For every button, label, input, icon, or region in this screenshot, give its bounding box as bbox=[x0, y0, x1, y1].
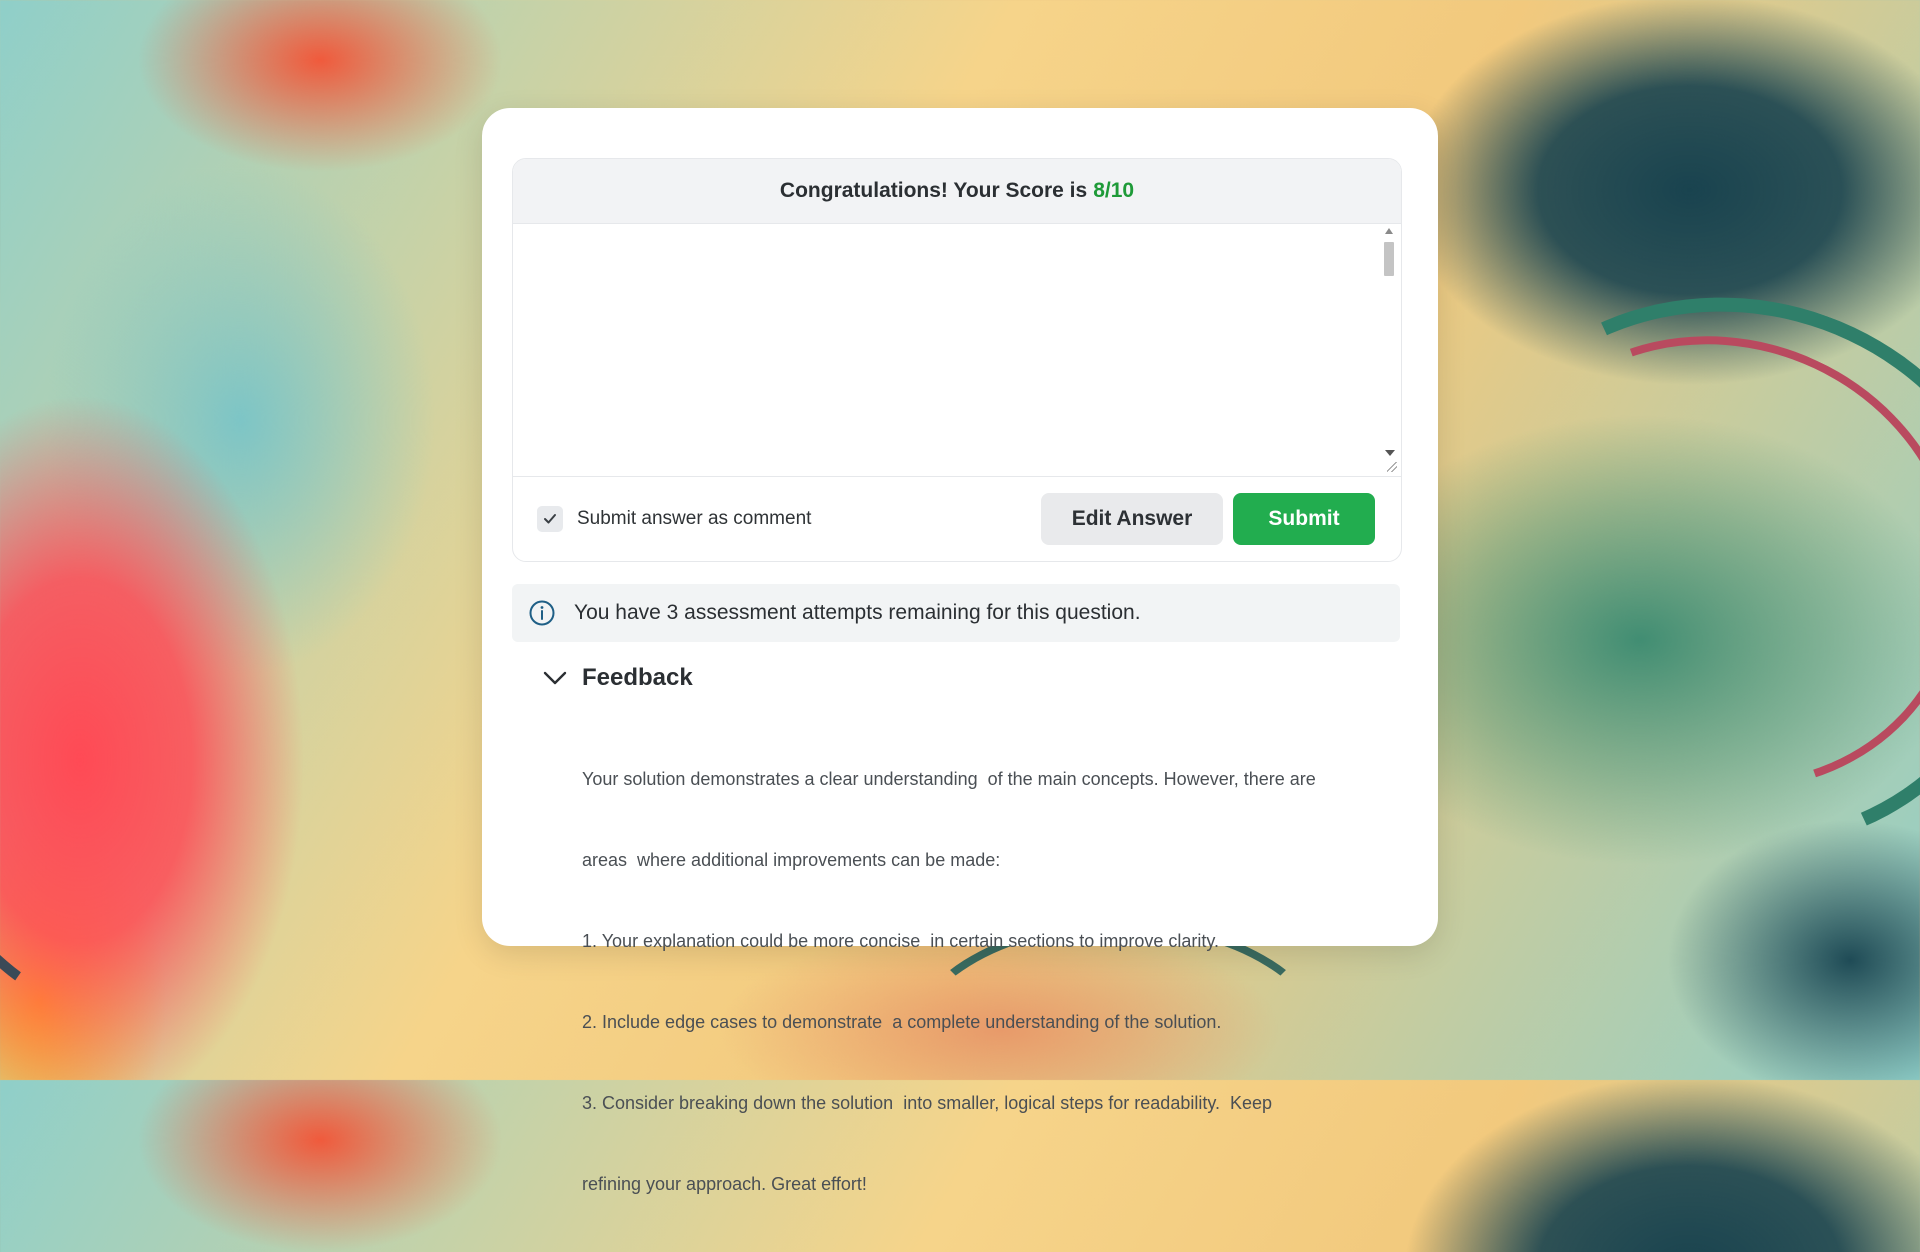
score-label: Congratulations! Your Score is bbox=[779, 179, 1088, 202]
textarea-scrollbar[interactable] bbox=[1381, 228, 1397, 456]
score-value: 8/10 bbox=[1093, 179, 1135, 202]
submit-as-comment-label[interactable]: Submit answer as comment bbox=[577, 508, 811, 530]
background-swirl bbox=[1408, 258, 1920, 868]
checkmark-icon bbox=[544, 514, 556, 524]
submit-button[interactable]: Submit bbox=[1233, 493, 1375, 545]
background-swirl bbox=[1364, 215, 1920, 933]
feedback-line: areas where additional improvements can … bbox=[582, 850, 1001, 870]
assessment-card: Congratulations! Your Score is 8/10 Subm… bbox=[482, 108, 1438, 1194]
feedback-line: 2. Include edge cases to demonstrate a c… bbox=[582, 1012, 1222, 1032]
attempts-info-text: You have 3 assessment attempts remaining… bbox=[574, 601, 1141, 624]
feedback-line: 3. Consider breaking down the solution i… bbox=[582, 1093, 1273, 1113]
answer-box: Congratulations! Your Score is 8/10 Subm… bbox=[512, 158, 1402, 562]
action-row: Submit answer as comment Edit Answer Sub… bbox=[513, 477, 1401, 561]
answer-textarea[interactable] bbox=[513, 224, 1401, 477]
info-circle-icon bbox=[529, 600, 555, 626]
resize-grip-icon[interactable] bbox=[1387, 462, 1397, 472]
feedback-toggle[interactable]: Feedback bbox=[542, 664, 693, 692]
background-swirl bbox=[0, 334, 513, 1086]
scroll-down-arrow-icon[interactable] bbox=[1385, 450, 1395, 456]
feedback-line: refining your approach. Great effort! bbox=[582, 1174, 867, 1194]
feedback-line: Your solution demonstrates a clear under… bbox=[582, 769, 1316, 789]
submit-as-comment-option[interactable]: Submit answer as comment bbox=[537, 506, 811, 532]
scroll-up-arrow-icon[interactable] bbox=[1385, 228, 1393, 234]
score-header: Congratulations! Your Score is 8/10 bbox=[513, 159, 1401, 224]
feedback-line: 1. Your explanation could be more concis… bbox=[582, 931, 1220, 951]
feedback-title: Feedback bbox=[582, 664, 693, 691]
chevron-down-icon[interactable] bbox=[542, 669, 568, 687]
attempts-info-banner: You have 3 assessment attempts remaining… bbox=[512, 584, 1400, 642]
submit-as-comment-checkbox[interactable] bbox=[537, 506, 563, 532]
edit-answer-button[interactable]: Edit Answer bbox=[1041, 493, 1223, 545]
scroll-thumb[interactable] bbox=[1384, 242, 1394, 276]
feedback-text: Your solution demonstrates a clear under… bbox=[582, 712, 1362, 1252]
